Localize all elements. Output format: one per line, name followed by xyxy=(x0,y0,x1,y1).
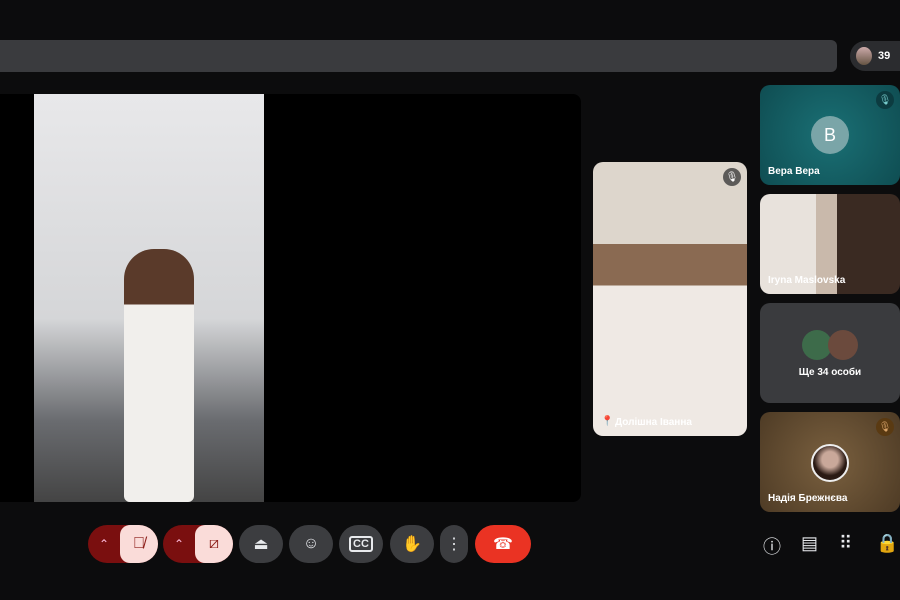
microphone-control[interactable]: ⌃ 🎙̸ xyxy=(88,525,158,563)
participant-tile[interactable]: 🎙 Надія Брежнєва xyxy=(760,412,900,512)
more-participants-tile[interactable]: Ще 34 особи xyxy=(760,303,900,403)
participant-name: Надія Брежнєва xyxy=(768,493,848,504)
participant-count: 39 xyxy=(878,50,891,62)
shared-video xyxy=(34,94,264,502)
participants-button[interactable]: 39 xyxy=(850,41,900,71)
reactions-button[interactable]: ☺ xyxy=(289,525,333,563)
participant-avatars xyxy=(856,47,872,65)
pinned-participant-tile[interactable]: 🎙 Долішна Іванна 📍 xyxy=(593,162,747,436)
chat-icon[interactable]: ▤ xyxy=(801,533,818,554)
participant-name: Вера Вера xyxy=(768,166,820,177)
apps-icon[interactable]: ⠿ xyxy=(839,533,852,554)
main-presentation-stage xyxy=(0,94,581,502)
host-controls-icon[interactable]: 🔒 xyxy=(876,533,898,554)
more-icon: ⋮ xyxy=(446,536,462,553)
more-participants-label: Ще 34 особи xyxy=(798,367,862,378)
video-options-chevron-icon[interactable]: ⌃ xyxy=(163,525,195,563)
captions-icon: CC xyxy=(349,536,373,552)
raise-hand-icon: ✋ xyxy=(402,536,422,553)
avatar: B xyxy=(811,116,849,154)
participant-name: Долішна Іванна xyxy=(615,417,692,428)
participant-name: Iryna Maslovska xyxy=(768,275,846,286)
pin-icon: 📍 xyxy=(601,416,614,427)
leave-call-button[interactable]: ☎ xyxy=(475,525,531,563)
present-icon: ⏏ xyxy=(253,536,269,553)
mic-off-icon: 🎙 xyxy=(723,168,741,186)
emoji-icon: ☺ xyxy=(302,535,320,552)
captions-button[interactable]: CC xyxy=(339,525,383,563)
participant-tile[interactable]: 🎙 B Вера Вера xyxy=(760,85,900,185)
video-person xyxy=(124,249,194,502)
camera-control[interactable]: ⌃ ⧄ xyxy=(163,525,233,563)
meeting-top-bar xyxy=(0,40,837,72)
info-icon[interactable]: ⓘ xyxy=(763,533,781,559)
avatar xyxy=(828,330,858,360)
mic-off-icon[interactable]: 🎙̸ xyxy=(120,525,158,563)
mic-off-icon: 🎙 xyxy=(876,91,894,109)
audio-options-chevron-icon[interactable]: ⌃ xyxy=(88,525,120,563)
mic-off-icon: 🎙 xyxy=(876,418,894,436)
avatar xyxy=(811,444,849,482)
hangup-icon: ☎ xyxy=(493,536,513,553)
camera-off-icon[interactable]: ⧄ xyxy=(195,525,233,563)
more-options-button[interactable]: ⋮ xyxy=(440,525,468,563)
participant-tile[interactable]: Iryna Maslovska xyxy=(760,194,900,294)
raise-hand-button[interactable]: ✋ xyxy=(390,525,434,563)
present-button[interactable]: ⏏ xyxy=(239,525,283,563)
